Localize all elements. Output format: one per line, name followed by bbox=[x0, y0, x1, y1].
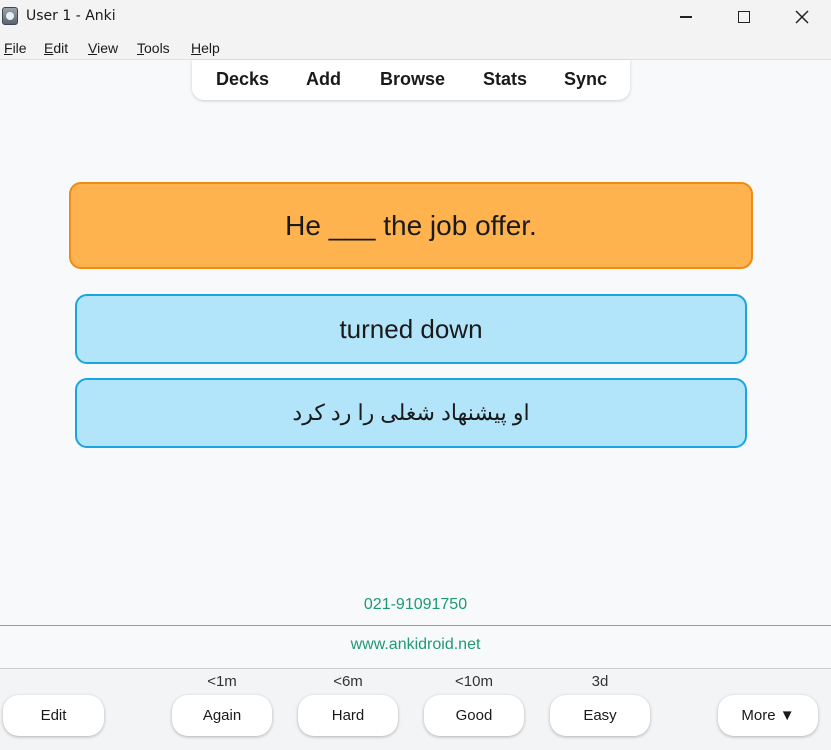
minimize-icon bbox=[680, 16, 692, 18]
close-icon bbox=[795, 10, 809, 24]
menu-tools[interactable]: Tools bbox=[137, 40, 170, 56]
toolbar-decks[interactable]: Decks bbox=[216, 69, 269, 90]
hard-button[interactable]: Hard bbox=[298, 695, 398, 736]
menu-edit[interactable]: Edit bbox=[44, 40, 68, 56]
toolbar-stats[interactable]: Stats bbox=[483, 69, 527, 90]
close-button[interactable] bbox=[773, 0, 831, 34]
easy-interval: 3d bbox=[591, 673, 609, 690]
divider bbox=[0, 625, 831, 626]
answer-bar bbox=[0, 669, 831, 750]
card-translation: او پیشنهاد شغلی را رد کرد bbox=[75, 378, 747, 448]
more-button[interactable]: More ▼ bbox=[718, 695, 818, 736]
menu-view[interactable]: View bbox=[88, 40, 118, 56]
menu-bar: File Edit View Tools Help bbox=[0, 34, 831, 60]
maximize-button[interactable] bbox=[715, 0, 773, 34]
edit-button[interactable]: Edit bbox=[3, 695, 104, 736]
again-button[interactable]: Again bbox=[172, 695, 272, 736]
easy-button[interactable]: Easy bbox=[550, 695, 650, 736]
anki-app-icon bbox=[2, 7, 18, 25]
good-button[interactable]: Good bbox=[424, 695, 524, 736]
menu-help[interactable]: Help bbox=[191, 40, 220, 56]
good-interval: <10m bbox=[455, 673, 493, 690]
card-front-question: He ___ the job offer. bbox=[69, 182, 753, 269]
maximize-icon bbox=[738, 11, 750, 23]
toolbar-browse[interactable]: Browse bbox=[380, 69, 445, 90]
toolbar-add[interactable]: Add bbox=[306, 69, 341, 90]
again-interval: <1m bbox=[207, 673, 237, 690]
phone-number: 021-91091750 bbox=[363, 596, 468, 613]
toolbar-sync[interactable]: Sync bbox=[564, 69, 607, 90]
title-bar: User 1 - Anki bbox=[0, 0, 831, 34]
website-link[interactable]: www.ankidroid.net bbox=[0, 636, 831, 654]
menu-file[interactable]: File bbox=[4, 40, 27, 56]
card-answer: turned down bbox=[75, 294, 747, 364]
hard-interval: <6m bbox=[333, 673, 363, 690]
minimize-button[interactable] bbox=[657, 0, 715, 34]
main-toolbar: Decks Add Browse Stats Sync bbox=[192, 60, 630, 100]
window-title: User 1 - Anki bbox=[26, 8, 116, 24]
